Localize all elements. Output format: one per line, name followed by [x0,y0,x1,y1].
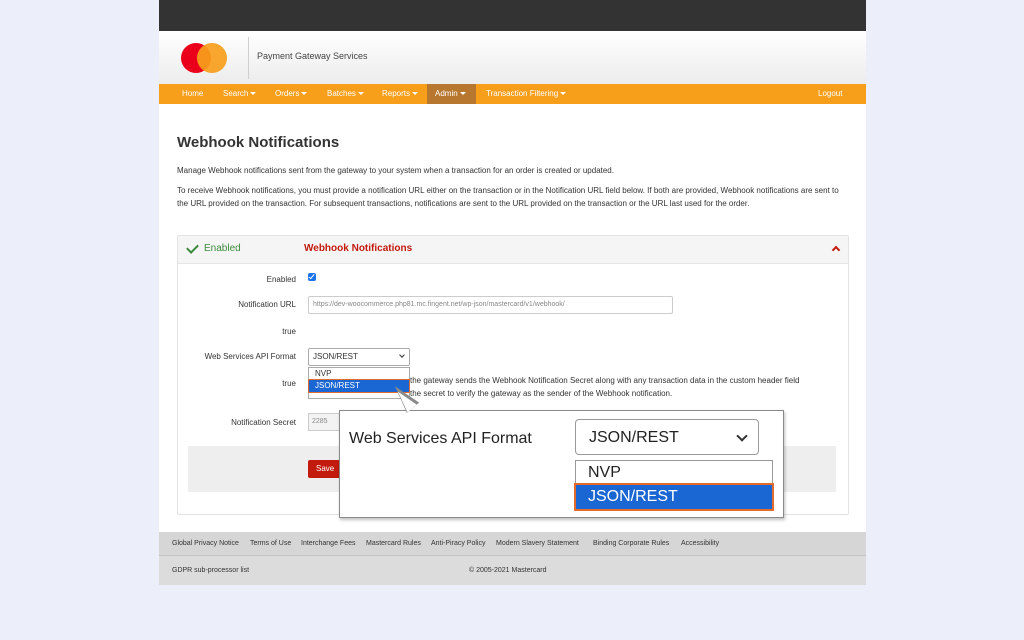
nav-batches[interactable]: Batches [319,84,372,104]
header: Payment Gateway Services [159,31,866,84]
footer-link[interactable]: Accessibility [681,540,719,547]
caret-down-icon [301,92,308,96]
header-divider [248,37,249,79]
option-nvp[interactable]: NVP [309,368,409,380]
notification-url-label: Notification URL [238,300,296,309]
true-label-1: true [282,327,296,336]
page-title: Webhook Notifications [177,134,340,151]
secret-description-line-2: the secret to verify the gateway as the … [410,389,673,398]
nav-transaction-filtering[interactable]: Transaction Filtering [478,84,574,104]
gdpr-link[interactable]: GDPR sub-processor list [172,567,249,574]
main-nav: Home Search Orders Batches Reports Admin… [159,84,866,104]
footer-links: Global Privacy Notice Terms of Use Inter… [159,532,866,556]
zoom-callout: Web Services API Format JSON/REST NVP JS… [339,410,784,518]
enabled-label: Enabled [266,275,296,284]
logo-orange-circle [197,43,227,73]
chevron-down-icon [399,352,405,358]
caret-down-icon [560,92,567,96]
check-icon [186,241,199,254]
footer-link[interactable]: Modern Slavery Statement [496,540,579,547]
chevron-up-icon[interactable] [831,245,841,255]
footer-link[interactable]: Binding Corporate Rules [593,540,669,547]
footer-link[interactable]: Terms of Use [250,540,291,547]
panel-title: Webhook Notifications [304,243,413,254]
zoom-label: Web Services API Format [349,430,532,447]
top-bar [159,0,866,31]
footer-link[interactable]: Global Privacy Notice [172,540,239,547]
nav-logout[interactable]: Logout [810,84,850,104]
copyright: © 2005-2021 Mastercard [469,567,547,574]
notification-secret-label: Notification Secret [231,418,296,427]
mastercard-logo[interactable] [181,43,227,73]
nav-reports[interactable]: Reports [374,84,426,104]
caret-down-icon [412,92,419,96]
zoom-select[interactable]: JSON/REST [575,419,759,455]
zoom-option-json-rest[interactable]: JSON/REST [574,483,774,511]
footer-bottom: GDPR sub-processor list © 2005-2021 Mast… [159,556,866,585]
enabled-checkbox[interactable] [308,273,316,281]
api-format-select[interactable]: JSON/REST [308,348,410,366]
nav-search[interactable]: Search [215,84,264,104]
brand-name: Payment Gateway Services [257,51,368,61]
intro-paragraph-1: Manage Webhook notifications sent from t… [177,166,614,175]
chevron-down-icon [736,430,748,442]
caret-down-icon [459,92,466,96]
nav-admin[interactable]: Admin [427,84,476,104]
footer-link[interactable]: Mastercard Rules [366,540,421,547]
true-label-2: true [282,379,296,388]
footer-link[interactable]: Anti-Piracy Policy [431,540,485,547]
zoom-dropdown: NVP JSON/REST [574,460,774,511]
nav-orders[interactable]: Orders [267,84,315,104]
footer-link[interactable]: Interchange Fees [301,540,355,547]
nav-home[interactable]: Home [174,84,211,104]
secret-description-line-1: the gateway sends the Webhook Notificati… [410,376,800,385]
zoom-option-nvp[interactable]: NVP [576,461,772,485]
caret-down-icon [250,92,257,96]
panel-header[interactable]: Enabled Webhook Notifications [178,236,848,264]
api-format-label: Web Services API Format [204,352,296,361]
caret-down-icon [357,92,364,96]
notification-url-input[interactable]: https://dev-woocommerce.php81.mc.fingent… [308,296,673,314]
status-enabled: Enabled [204,243,241,254]
intro-paragraph-2: To receive Webhook notifications, you mu… [177,186,839,208]
